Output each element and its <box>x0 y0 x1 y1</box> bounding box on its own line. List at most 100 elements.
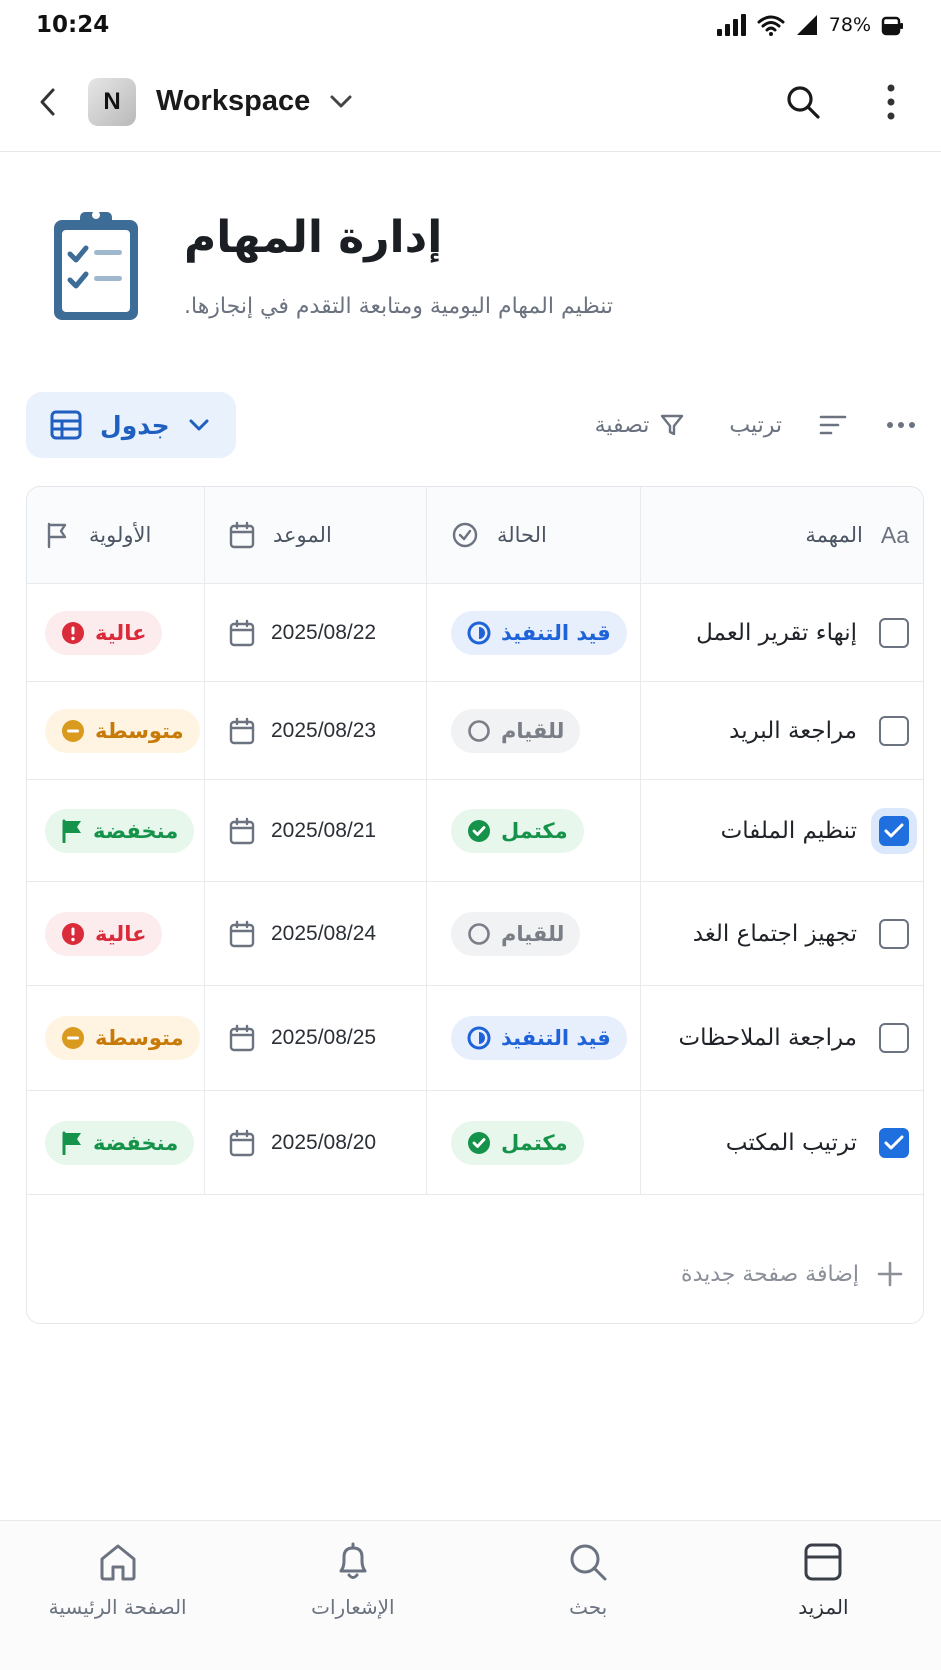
table-row[interactable]: متوسطة 2025/08/23 للقيام مراجعة البريد <box>27 682 923 780</box>
task-title[interactable]: مراجعة البريد <box>729 718 857 744</box>
filter-button[interactable]: تصفية <box>595 412 686 438</box>
filter-icon <box>661 414 684 436</box>
task-cell[interactable]: مراجعة البريد <box>641 682 923 779</box>
task-checkbox[interactable] <box>879 1127 909 1158</box>
status-badge[interactable]: مكتمل <box>451 808 584 853</box>
date-cell[interactable]: 2025/08/21 <box>205 780 427 881</box>
status-cell[interactable]: للقيام <box>427 682 641 779</box>
date-cell[interactable]: 2025/08/23 <box>205 682 427 779</box>
nav-search-label: بحث <box>569 1595 608 1619</box>
nav-home[interactable]: الصفحة الرئيسية <box>18 1541 218 1619</box>
date-cell[interactable]: 2025/08/24 <box>205 882 427 985</box>
status-cell[interactable]: مكتمل <box>427 1091 641 1194</box>
task-checkbox[interactable] <box>879 617 909 648</box>
search-button[interactable] <box>781 80 825 124</box>
table-row[interactable]: عالية 2025/08/24 للقيام تجهيز اجتماع الغد <box>27 882 923 986</box>
back-button[interactable] <box>28 82 68 122</box>
status-badge[interactable]: قيد التنفيذ <box>451 610 627 655</box>
date-cell[interactable]: 2025/08/20 <box>205 1091 427 1194</box>
priority-badge[interactable]: منخفضة <box>45 1120 195 1165</box>
task-checkbox[interactable] <box>879 715 909 746</box>
more-horizontal-button[interactable] <box>886 420 916 430</box>
battery-percent: 78% <box>828 14 871 36</box>
table-row[interactable]: منخفضة 2025/08/20 مكتمل ترتيب المكتب <box>27 1091 923 1195</box>
status-badge[interactable]: للقيام <box>451 708 581 753</box>
clipboard-checklist-icon <box>54 211 138 320</box>
priority-cell[interactable]: عالية <box>27 584 205 681</box>
chevron-down-icon <box>330 95 352 107</box>
status-badge[interactable]: مكتمل <box>451 1120 584 1165</box>
priority-label: متوسطة <box>95 1026 184 1050</box>
task-title[interactable]: تنظيم الملفات <box>721 818 857 844</box>
priority-badge[interactable]: متوسطة <box>45 708 200 753</box>
sort-icon <box>819 415 847 435</box>
priority-badge[interactable]: منخفضة <box>45 808 195 853</box>
priority-badge[interactable]: عالية <box>45 610 163 655</box>
task-title[interactable]: مراجعة الملاحظات <box>678 1025 857 1051</box>
empty-circle-icon <box>468 719 490 742</box>
workspace-switcher[interactable] <box>328 93 354 111</box>
status-badge[interactable]: قيد التنفيذ <box>451 1016 627 1060</box>
priority-badge[interactable]: متوسطة <box>45 1016 200 1060</box>
task-title[interactable]: ترتيب المكتب <box>726 1130 857 1156</box>
task-cell[interactable]: مراجعة الملاحظات <box>641 986 923 1090</box>
calendar-icon <box>229 920 255 947</box>
priority-badge[interactable]: عالية <box>45 911 163 956</box>
nav-search[interactable]: بحث <box>488 1541 688 1619</box>
table-row[interactable]: متوسطة 2025/08/25 قيد التنفيذ مراجعة الملاح… <box>27 986 923 1091</box>
due-date: 2025/08/20 <box>271 1130 377 1154</box>
header-date[interactable]: الموعد <box>205 487 427 583</box>
header-status[interactable]: الحالة <box>427 487 641 583</box>
priority-cell[interactable]: متوسطة <box>27 682 205 779</box>
priority-label: عالية <box>95 620 147 645</box>
more-options-button[interactable] <box>869 80 913 124</box>
nav-more[interactable]: المزيد <box>723 1541 923 1619</box>
workspace-avatar[interactable]: N <box>88 77 136 126</box>
more-vertical-icon <box>887 84 895 119</box>
cellular-icon <box>796 15 817 35</box>
task-checkbox[interactable] <box>879 918 909 949</box>
checkmark-icon <box>884 1135 904 1149</box>
status-badge[interactable]: للقيام <box>451 911 581 956</box>
header-priority[interactable]: الأولوية <box>27 487 205 583</box>
task-cell[interactable]: تنظيم الملفات <box>641 780 923 881</box>
task-table: الأولوية الموعد الحالة المهمة Aa عالية 2… <box>26 486 924 1324</box>
priority-cell[interactable]: متوسطة <box>27 986 205 1090</box>
status-label: مكتمل <box>501 1130 568 1155</box>
table-header-row: الأولوية الموعد الحالة المهمة Aa <box>27 487 923 584</box>
status-cell[interactable]: قيد التنفيذ <box>427 584 641 681</box>
due-date: 2025/08/22 <box>271 620 377 644</box>
task-cell[interactable]: إنهاء تقرير العمل <box>641 584 923 681</box>
task-title[interactable]: إنهاء تقرير العمل <box>696 620 857 646</box>
task-title[interactable]: تجهيز اجتماع الغد <box>693 921 857 947</box>
priority-cell[interactable]: منخفضة <box>27 780 205 881</box>
status-cell[interactable]: قيد التنفيذ <box>427 986 641 1090</box>
nav-more-label: المزيد <box>798 1595 849 1619</box>
task-checkbox[interactable] <box>879 1023 909 1053</box>
status-cell[interactable]: مكتمل <box>427 780 641 881</box>
table-row[interactable]: منخفضة 2025/08/21 مكتمل تنظيم الملفات <box>27 780 923 882</box>
top-bar: N Workspace <box>0 52 941 152</box>
status-cell[interactable]: للقيام <box>427 882 641 985</box>
add-page-row[interactable]: إضافة صفحة جديدة <box>27 1223 923 1323</box>
task-cell[interactable]: ترتيب المكتب <box>641 1091 923 1194</box>
task-checkbox[interactable] <box>879 815 909 846</box>
database-toolbar: جدول تصفية ترتيب <box>26 390 916 460</box>
table-row[interactable]: عالية 2025/08/22 قيد التنفيذ إنهاء تقرير ال… <box>27 584 923 682</box>
header-task[interactable]: المهمة Aa <box>641 487 923 583</box>
task-cell[interactable]: تجهيز اجتماع الغد <box>641 882 923 985</box>
due-date: 2025/08/21 <box>271 818 377 842</box>
search-icon <box>570 1544 607 1581</box>
date-cell[interactable]: 2025/08/25 <box>205 986 427 1090</box>
nav-notifications[interactable]: الإشعارات <box>253 1541 453 1619</box>
sort-button[interactable]: ترتيب <box>729 412 848 438</box>
priority-cell[interactable]: منخفضة <box>27 1091 205 1194</box>
status-bar: 10:24 78% <box>0 0 941 50</box>
workspace-name[interactable]: Workspace <box>156 85 310 118</box>
check-circle-icon <box>452 522 478 548</box>
priority-cell[interactable]: عالية <box>27 882 205 985</box>
alert-icon <box>62 621 84 644</box>
date-cell[interactable]: 2025/08/22 <box>205 584 427 681</box>
view-switcher-button[interactable]: جدول <box>26 392 236 458</box>
status-label: قيد التنفيذ <box>501 1026 611 1050</box>
